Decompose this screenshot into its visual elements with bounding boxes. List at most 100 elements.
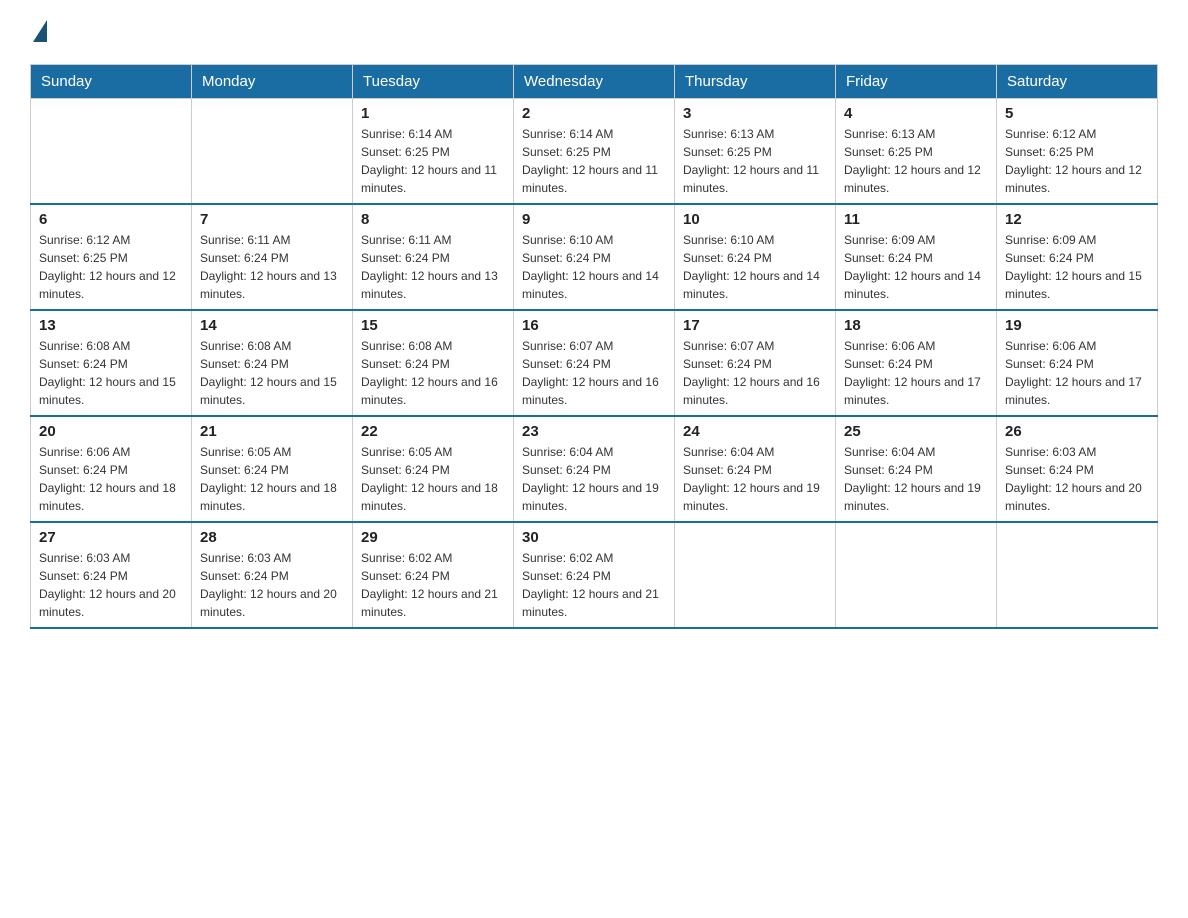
day-info: Sunrise: 6:07 AMSunset: 6:24 PMDaylight:… [683, 337, 827, 409]
day-number: 17 [683, 317, 827, 334]
calendar-table: SundayMondayTuesdayWednesdayThursdayFrid… [30, 64, 1158, 629]
calendar-cell: 9 Sunrise: 6:10 AMSunset: 6:24 PMDaylight… [514, 204, 675, 310]
day-number: 5 [1005, 105, 1149, 122]
calendar-week-row-2: 6 Sunrise: 6:12 AMSunset: 6:25 PMDaylight… [31, 204, 1158, 310]
day-number: 15 [361, 317, 505, 334]
calendar-cell: 12 Sunrise: 6:09 AMSunset: 6:24 PMDayligh… [997, 204, 1158, 310]
calendar-cell: 13 Sunrise: 6:08 AMSunset: 6:24 PMDayligh… [31, 310, 192, 416]
day-number: 21 [200, 423, 344, 440]
calendar-week-row-1: 1Sunrise: 6:14 AMSunset: 6:25 PMDaylight… [31, 99, 1158, 205]
day-number: 20 [39, 423, 183, 440]
day-number: 3 [683, 105, 827, 122]
calendar-cell [675, 522, 836, 628]
calendar-cell: 16 Sunrise: 6:07 AMSunset: 6:24 PMDayligh… [514, 310, 675, 416]
weekday-header-monday: Monday [192, 65, 353, 99]
day-number: 11 [844, 211, 988, 228]
calendar-cell: 5 Sunrise: 6:12 AMSunset: 6:25 PMDaylight… [997, 99, 1158, 205]
calendar-cell: 25 Sunrise: 6:04 AMSunset: 6:24 PMDayligh… [836, 416, 997, 522]
calendar-cell: 1Sunrise: 6:14 AMSunset: 6:25 PMDaylight… [353, 99, 514, 205]
calendar-cell: 19Sunrise: 6:06 AMSunset: 6:24 PMDayligh… [997, 310, 1158, 416]
day-info: Sunrise: 6:03 AMSunset: 6:24 PMDaylight:… [200, 549, 344, 621]
weekday-header-sunday: Sunday [31, 65, 192, 99]
calendar-cell: 27 Sunrise: 6:03 AMSunset: 6:24 PMDayligh… [31, 522, 192, 628]
calendar-cell: 28 Sunrise: 6:03 AMSunset: 6:24 PMDayligh… [192, 522, 353, 628]
day-number: 27 [39, 529, 183, 546]
day-number: 22 [361, 423, 505, 440]
day-info: Sunrise: 6:09 AMSunset: 6:24 PMDaylight:… [1005, 231, 1149, 303]
day-info: Sunrise: 6:06 AMSunset: 6:24 PMDaylight:… [844, 337, 988, 409]
day-number: 25 [844, 423, 988, 440]
day-info: Sunrise: 6:12 AMSunset: 6:25 PMDaylight:… [39, 231, 183, 303]
day-info: Sunrise: 6:10 AMSunset: 6:24 PMDaylight:… [683, 231, 827, 303]
day-info: Sunrise: 6:09 AMSunset: 6:24 PMDaylight:… [844, 231, 988, 303]
day-info: Sunrise: 6:10 AMSunset: 6:24 PMDaylight:… [522, 231, 666, 303]
day-number: 12 [1005, 211, 1149, 228]
day-number: 9 [522, 211, 666, 228]
day-number: 14 [200, 317, 344, 334]
calendar-cell [997, 522, 1158, 628]
calendar-cell: 15Sunrise: 6:08 AMSunset: 6:24 PMDayligh… [353, 310, 514, 416]
day-number: 2 [522, 105, 666, 122]
calendar-cell [192, 99, 353, 205]
day-info: Sunrise: 6:11 AMSunset: 6:24 PMDaylight:… [200, 231, 344, 303]
calendar-cell: 24 Sunrise: 6:04 AMSunset: 6:24 PMDayligh… [675, 416, 836, 522]
day-info: Sunrise: 6:02 AMSunset: 6:24 PMDaylight:… [361, 549, 505, 621]
calendar-cell: 10 Sunrise: 6:10 AMSunset: 6:24 PMDayligh… [675, 204, 836, 310]
calendar-week-row-5: 27 Sunrise: 6:03 AMSunset: 6:24 PMDayligh… [31, 522, 1158, 628]
calendar-cell: 23 Sunrise: 6:04 AMSunset: 6:24 PMDayligh… [514, 416, 675, 522]
day-number: 8 [361, 211, 505, 228]
day-number: 13 [39, 317, 183, 334]
day-info: Sunrise: 6:03 AMSunset: 6:24 PMDaylight:… [1005, 443, 1149, 515]
page-header [30, 20, 1158, 44]
calendar-cell: 8 Sunrise: 6:11 AMSunset: 6:24 PMDaylight… [353, 204, 514, 310]
calendar-cell: 14Sunrise: 6:08 AMSunset: 6:24 PMDayligh… [192, 310, 353, 416]
day-number: 29 [361, 529, 505, 546]
calendar-cell: 6 Sunrise: 6:12 AMSunset: 6:25 PMDaylight… [31, 204, 192, 310]
day-info: Sunrise: 6:03 AMSunset: 6:24 PMDaylight:… [39, 549, 183, 621]
day-number: 30 [522, 529, 666, 546]
day-number: 6 [39, 211, 183, 228]
day-number: 7 [200, 211, 344, 228]
weekday-header-tuesday: Tuesday [353, 65, 514, 99]
calendar-cell: 30 Sunrise: 6:02 AMSunset: 6:24 PMDayligh… [514, 522, 675, 628]
weekday-header-thursday: Thursday [675, 65, 836, 99]
day-info: Sunrise: 6:04 AMSunset: 6:24 PMDaylight:… [844, 443, 988, 515]
calendar-cell: 11 Sunrise: 6:09 AMSunset: 6:24 PMDayligh… [836, 204, 997, 310]
calendar-week-row-4: 20 Sunrise: 6:06 AMSunset: 6:24 PMDayligh… [31, 416, 1158, 522]
weekday-header-row: SundayMondayTuesdayWednesdayThursdayFrid… [31, 65, 1158, 99]
calendar-cell: 20 Sunrise: 6:06 AMSunset: 6:24 PMDayligh… [31, 416, 192, 522]
day-info: Sunrise: 6:06 AMSunset: 6:24 PMDaylight:… [1005, 337, 1149, 409]
day-number: 26 [1005, 423, 1149, 440]
day-info: Sunrise: 6:11 AMSunset: 6:24 PMDaylight:… [361, 231, 505, 303]
day-info: Sunrise: 6:08 AMSunset: 6:24 PMDaylight:… [39, 337, 183, 409]
day-number: 23 [522, 423, 666, 440]
day-info: Sunrise: 6:04 AMSunset: 6:24 PMDaylight:… [522, 443, 666, 515]
day-number: 18 [844, 317, 988, 334]
day-number: 16 [522, 317, 666, 334]
calendar-cell: 29 Sunrise: 6:02 AMSunset: 6:24 PMDayligh… [353, 522, 514, 628]
day-number: 4 [844, 105, 988, 122]
calendar-cell [836, 522, 997, 628]
day-info: Sunrise: 6:07 AMSunset: 6:24 PMDaylight:… [522, 337, 666, 409]
weekday-header-friday: Friday [836, 65, 997, 99]
day-info: Sunrise: 6:14 AMSunset: 6:25 PMDaylight:… [361, 125, 505, 197]
calendar-cell: 18 Sunrise: 6:06 AMSunset: 6:24 PMDayligh… [836, 310, 997, 416]
weekday-header-wednesday: Wednesday [514, 65, 675, 99]
calendar-cell [31, 99, 192, 205]
calendar-cell: 17 Sunrise: 6:07 AMSunset: 6:24 PMDayligh… [675, 310, 836, 416]
day-info: Sunrise: 6:12 AMSunset: 6:25 PMDaylight:… [1005, 125, 1149, 197]
calendar-cell: 7 Sunrise: 6:11 AMSunset: 6:24 PMDaylight… [192, 204, 353, 310]
calendar-week-row-3: 13 Sunrise: 6:08 AMSunset: 6:24 PMDayligh… [31, 310, 1158, 416]
day-info: Sunrise: 6:02 AMSunset: 6:24 PMDaylight:… [522, 549, 666, 621]
day-number: 10 [683, 211, 827, 228]
weekday-header-saturday: Saturday [997, 65, 1158, 99]
day-info: Sunrise: 6:13 AMSunset: 6:25 PMDaylight:… [683, 125, 827, 197]
day-info: Sunrise: 6:13 AMSunset: 6:25 PMDaylight:… [844, 125, 988, 197]
logo-triangle-icon [33, 20, 47, 42]
day-info: Sunrise: 6:05 AMSunset: 6:24 PMDaylight:… [200, 443, 344, 515]
calendar-cell: 26 Sunrise: 6:03 AMSunset: 6:24 PMDayligh… [997, 416, 1158, 522]
day-number: 24 [683, 423, 827, 440]
day-number: 28 [200, 529, 344, 546]
day-info: Sunrise: 6:06 AMSunset: 6:24 PMDaylight:… [39, 443, 183, 515]
day-info: Sunrise: 6:04 AMSunset: 6:24 PMDaylight:… [683, 443, 827, 515]
